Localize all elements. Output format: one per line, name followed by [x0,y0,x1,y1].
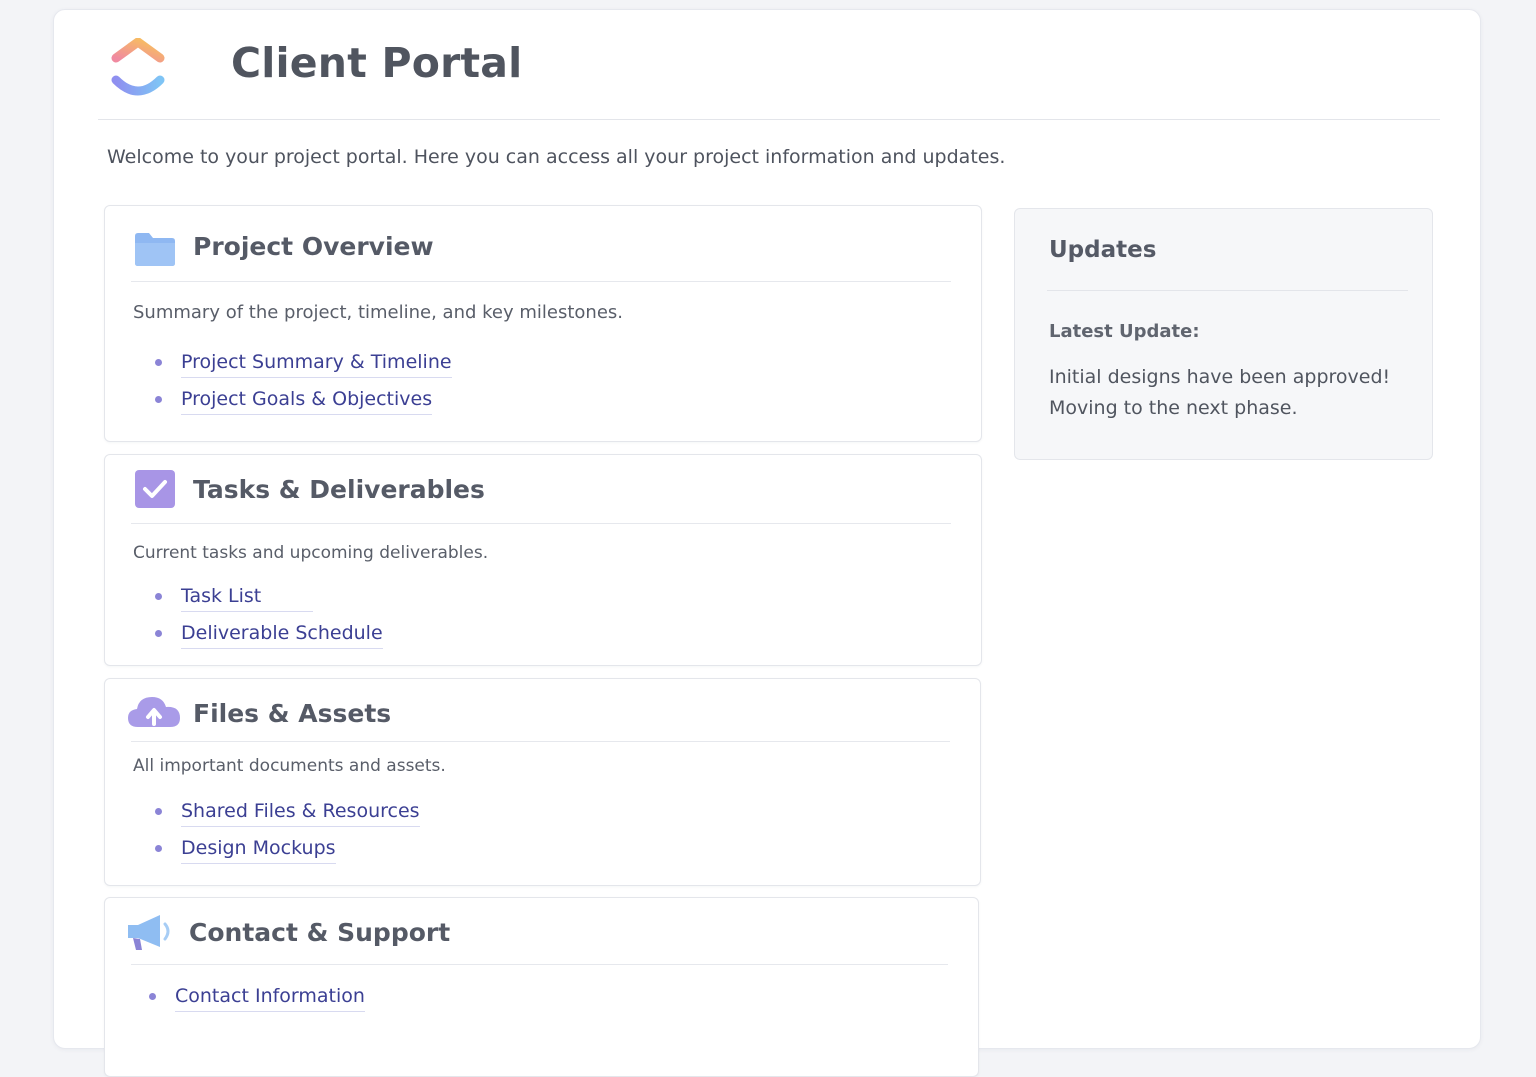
latest-update-text: Initial designs have been approved! Movi… [1049,366,1391,419]
page-header: Client Portal [98,10,1440,120]
section-links: Shared Files & Resources Design Mockups [155,799,420,873]
list-item: Project Goals & Objectives [155,387,452,424]
section-title: Project Overview [193,232,434,261]
link-deliverable-schedule[interactable]: Deliverable Schedule [181,621,383,649]
bullet-icon [155,593,162,600]
tasks-deliverables-card: Tasks & Deliverables Current tasks and u… [104,454,982,666]
cloud-upload-icon [128,697,180,727]
folder-icon [135,233,175,266]
link-task-list[interactable]: Task List [181,584,314,612]
section-links: Task List Deliverable Schedule [155,584,383,658]
section-links: Contact Information [149,984,365,1021]
list-item: Contact Information [149,984,365,1021]
section-title: Tasks & Deliverables [193,475,485,504]
bullet-icon [149,993,156,1000]
section-title: Files & Assets [193,699,392,728]
section-title: Contact & Support [189,918,451,947]
link-design-mockups[interactable]: Design Mockups [181,836,336,864]
project-overview-card: Project Overview Summary of the project,… [104,205,982,442]
link-contact-information[interactable]: Contact Information [175,984,365,1012]
bullet-icon [155,845,162,852]
bullet-icon [155,630,162,637]
updates-title: Updates [1049,237,1157,263]
divider [1047,290,1408,291]
link-project-goals[interactable]: Project Goals & Objectives [181,387,433,415]
link-project-summary[interactable]: Project Summary & Timeline [181,350,452,378]
section-description: All important documents and assets. [133,756,446,776]
latest-update-label: Latest Update: [1049,321,1200,342]
page-title: Client Portal [231,39,523,87]
list-item: Shared Files & Resources [155,799,420,836]
list-item: Design Mockups [155,836,420,873]
clickup-logo-icon [111,38,165,96]
files-assets-card: Files & Assets All important documents a… [104,678,981,886]
section-description: Current tasks and upcoming deliverables. [133,543,489,563]
link-shared-files[interactable]: Shared Files & Resources [181,799,420,827]
megaphone-icon [128,915,170,950]
list-item: Deliverable Schedule [155,621,383,658]
portal-page: Client Portal Welcome to your project po… [53,9,1481,1077]
checkbox-icon [135,470,175,508]
section-links: Project Summary & Timeline Project Goals… [155,350,452,424]
section-description: Summary of the project, timeline, and ke… [133,302,624,323]
updates-panel: Updates Latest Update: Initial designs h… [1014,208,1433,460]
contact-support-card: Contact & Support Contact Information [104,897,979,1077]
bullet-icon [155,396,162,403]
bullet-icon [155,359,162,366]
list-item: Task List [155,584,383,621]
welcome-text: Welcome to your project portal. Here you… [107,146,1006,168]
list-item: Project Summary & Timeline [155,350,452,387]
bullet-icon [155,808,162,815]
